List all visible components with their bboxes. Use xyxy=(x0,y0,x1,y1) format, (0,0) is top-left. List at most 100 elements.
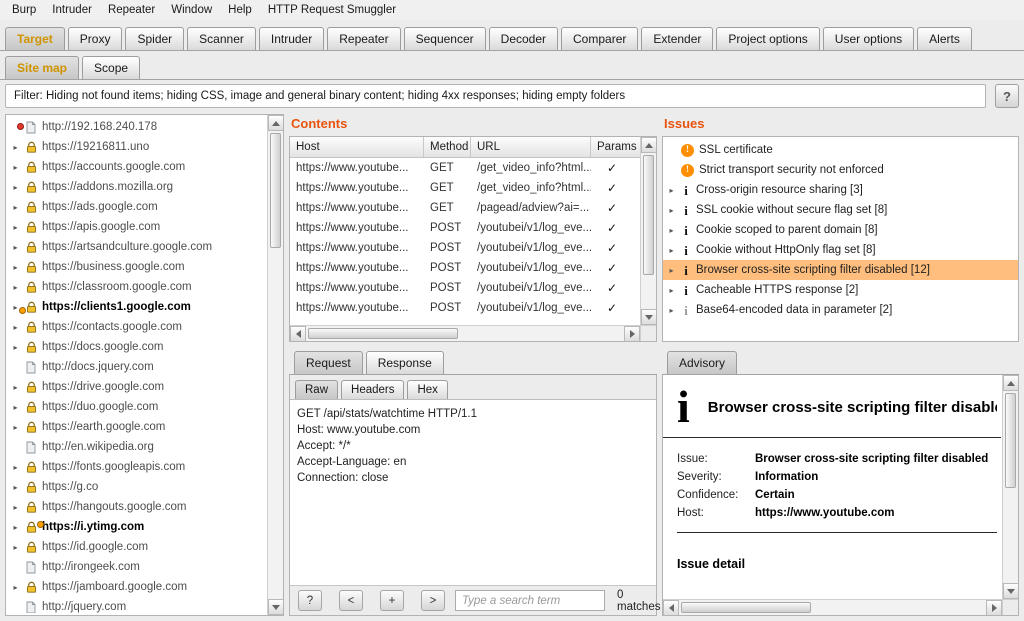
expand-arrow-icon[interactable]: ▸ xyxy=(11,203,20,212)
issue-item[interactable]: ▸iBrowser cross-site scripting filter di… xyxy=(663,260,1018,280)
tree-item[interactable]: ▸https://artsandculture.google.com xyxy=(8,237,265,257)
tab-raw[interactable]: Raw xyxy=(295,380,338,399)
expand-arrow-icon[interactable]: ▸ xyxy=(667,226,676,235)
column-header-host[interactable]: Host xyxy=(290,137,424,157)
tab-comparer[interactable]: Comparer xyxy=(561,27,638,50)
expand-arrow-icon[interactable]: ▸ xyxy=(667,246,676,255)
table-row[interactable]: https://www.youtube...POST/youtubei/v1/l… xyxy=(290,278,640,298)
search-input[interactable] xyxy=(455,590,605,611)
advisory-hscrollbar[interactable] xyxy=(663,599,1002,615)
column-header-params[interactable]: Params xyxy=(591,137,642,157)
expand-arrow-icon[interactable]: ▸ xyxy=(667,266,676,275)
tab-target[interactable]: Target xyxy=(5,27,65,50)
expand-arrow-icon[interactable]: ▸ xyxy=(667,306,676,315)
expand-arrow-icon[interactable]: ▸ xyxy=(11,483,20,492)
issue-item[interactable]: ▸iCookie without HttpOnly flag set [8] xyxy=(663,240,1018,260)
scroll-up-button[interactable] xyxy=(641,137,657,153)
tree-item[interactable]: ▸https://addons.mozilla.org xyxy=(8,177,265,197)
tree-item[interactable]: ▸https://ads.google.com xyxy=(8,197,265,217)
scroll-track[interactable] xyxy=(306,326,624,341)
tree-item[interactable]: ▸https://earth.google.com xyxy=(8,417,265,437)
scroll-down-button[interactable] xyxy=(268,599,284,615)
tab-hex[interactable]: Hex xyxy=(407,380,447,399)
tree-item[interactable]: ▸https://classroom.google.com xyxy=(8,277,265,297)
search-add-button[interactable]: + xyxy=(380,590,404,611)
tree-item[interactable]: ▸https://docs.google.com xyxy=(8,337,265,357)
tab-repeater[interactable]: Repeater xyxy=(327,27,400,50)
scroll-down-button[interactable] xyxy=(641,309,657,325)
scroll-track[interactable] xyxy=(1003,391,1018,583)
expand-arrow-icon[interactable]: ▸ xyxy=(11,403,20,412)
tree-item[interactable]: ▸https://jamboard.google.com xyxy=(8,577,265,597)
filter-bar[interactable]: Filter: Hiding not found items; hiding C… xyxy=(5,84,986,108)
table-row[interactable]: https://www.youtube...POST/youtubei/v1/l… xyxy=(290,298,640,318)
search-help-button[interactable]: ? xyxy=(298,590,322,611)
scroll-down-button[interactable] xyxy=(1003,583,1019,599)
table-row[interactable]: https://www.youtube...POST/youtubei/v1/l… xyxy=(290,258,640,278)
search-prev-button[interactable]: < xyxy=(339,590,363,611)
table-row[interactable]: https://www.youtube...GET/pagead/adview?… xyxy=(290,198,640,218)
expand-arrow-icon[interactable]: ▸ xyxy=(667,206,676,215)
scroll-track[interactable] xyxy=(641,153,656,309)
expand-arrow-icon[interactable]: ▸ xyxy=(667,286,676,295)
menu-item-help[interactable]: Help xyxy=(220,4,260,16)
tab-alerts[interactable]: Alerts xyxy=(917,27,972,50)
table-row[interactable]: https://www.youtube...GET/get_video_info… xyxy=(290,178,640,198)
scroll-left-button[interactable] xyxy=(663,600,679,616)
table-row[interactable]: https://www.youtube...GET/get_video_info… xyxy=(290,158,640,178)
tab-headers[interactable]: Headers xyxy=(341,380,404,399)
tree-item[interactable]: ▸https://clients1.google.com xyxy=(8,297,265,317)
tree-item[interactable]: http://jquery.com xyxy=(8,597,265,613)
scroll-track[interactable] xyxy=(679,600,986,615)
filter-help-button[interactable]: ? xyxy=(995,84,1019,108)
table-row[interactable]: https://www.youtube...POST/youtubei/v1/l… xyxy=(290,238,640,258)
expand-arrow-icon[interactable]: ▸ xyxy=(11,323,20,332)
tree-item[interactable]: http://en.wikipedia.org xyxy=(8,437,265,457)
tree-item[interactable]: ▸https://drive.google.com xyxy=(8,377,265,397)
issue-item[interactable]: ▸iCookie scoped to parent domain [8] xyxy=(663,220,1018,240)
contents-table-hscrollbar[interactable] xyxy=(290,325,640,341)
expand-arrow-icon[interactable]: ▸ xyxy=(11,263,20,272)
scroll-up-button[interactable] xyxy=(268,115,284,131)
expand-arrow-icon[interactable]: ▸ xyxy=(11,523,20,532)
tree-item[interactable]: ▸https://hangouts.google.com xyxy=(8,497,265,517)
menu-item-http-request-smuggler[interactable]: HTTP Request Smuggler xyxy=(260,4,404,16)
scroll-right-button[interactable] xyxy=(986,600,1002,616)
expand-arrow-icon[interactable]: ▸ xyxy=(11,423,20,432)
issue-item[interactable]: ▸iCross-origin resource sharing [3] xyxy=(663,180,1018,200)
tab-response[interactable]: Response xyxy=(366,351,444,374)
advisory-vscrollbar[interactable] xyxy=(1002,375,1018,599)
scroll-thumb[interactable] xyxy=(1005,393,1016,488)
expand-arrow-icon[interactable]: ▸ xyxy=(11,503,20,512)
tree-item[interactable]: ▸https://business.google.com xyxy=(8,257,265,277)
expand-arrow-icon[interactable]: ▸ xyxy=(11,243,20,252)
tab-scanner[interactable]: Scanner xyxy=(187,27,256,50)
menu-item-burp[interactable]: Burp xyxy=(4,4,44,16)
expand-arrow-icon[interactable]: ▸ xyxy=(11,463,20,472)
menu-item-repeater[interactable]: Repeater xyxy=(100,4,163,16)
expand-arrow-icon[interactable]: ▸ xyxy=(11,183,20,192)
tree-item[interactable]: ▸https://19216811.uno xyxy=(8,137,265,157)
site-tree-scrollbar[interactable] xyxy=(267,115,283,615)
tree-item[interactable]: ▸https://id.google.com xyxy=(8,537,265,557)
tree-item[interactable]: ▸https://fonts.googleapis.com xyxy=(8,457,265,477)
expand-arrow-icon[interactable]: ▸ xyxy=(11,143,20,152)
tree-item[interactable]: ▸https://contacts.google.com xyxy=(8,317,265,337)
tab-user-options[interactable]: User options xyxy=(823,27,914,50)
scroll-track[interactable] xyxy=(268,131,283,599)
scroll-left-button[interactable] xyxy=(290,326,306,342)
tab-extender[interactable]: Extender xyxy=(641,27,713,50)
issue-item[interactable]: !SSL certificate xyxy=(663,140,1018,160)
scroll-right-button[interactable] xyxy=(624,326,640,342)
issue-item[interactable]: ▸iCacheable HTTPS response [2] xyxy=(663,280,1018,300)
tab-project-options[interactable]: Project options xyxy=(716,27,819,50)
search-next-button[interactable]: > xyxy=(421,590,445,611)
menu-item-intruder[interactable]: Intruder xyxy=(44,4,100,16)
scroll-thumb[interactable] xyxy=(308,328,458,339)
table-row[interactable]: https://www.youtube...POST/youtubei/v1/l… xyxy=(290,218,640,238)
tab-request[interactable]: Request xyxy=(294,351,363,374)
issue-item[interactable]: !Strict transport security not enforced xyxy=(663,160,1018,180)
tree-item[interactable]: http://192.168.240.178 xyxy=(8,117,265,137)
tree-item[interactable]: ▸https://i.ytimg.com xyxy=(8,517,265,537)
column-header-method[interactable]: Method xyxy=(424,137,471,157)
